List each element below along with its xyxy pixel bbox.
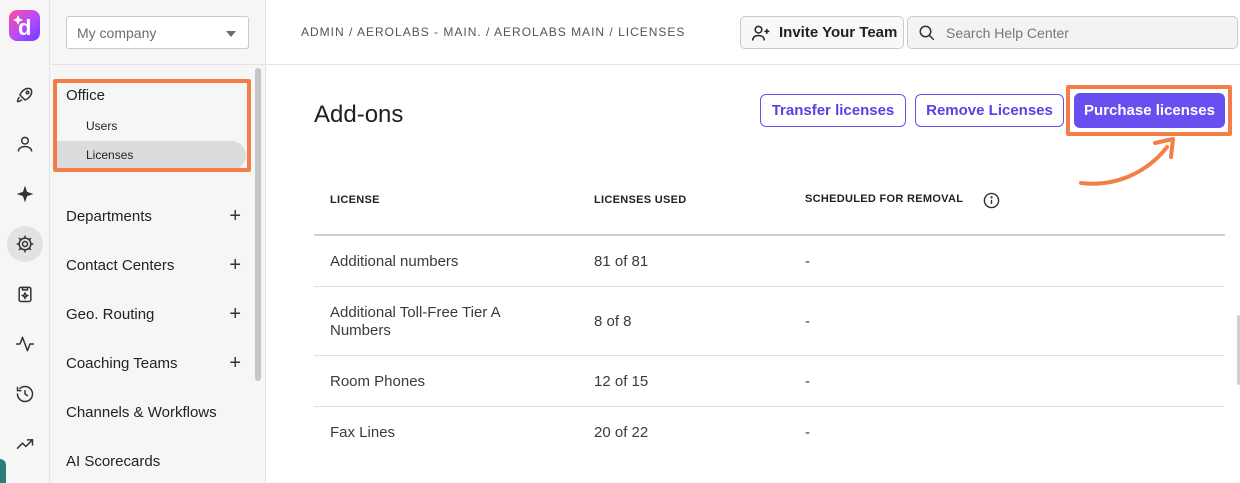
row-divider (314, 286, 1225, 287)
search-placeholder: Search Help Center (946, 24, 1069, 41)
sidebar-item-channels-workflows[interactable]: Channels & Workflows (66, 404, 241, 421)
remove-licenses-button[interactable]: Remove Licenses (915, 94, 1064, 127)
cell-scheduled: - (805, 373, 810, 390)
page-title: Add-ons (314, 101, 404, 128)
row-divider (314, 355, 1225, 356)
sidebar-item-ai-scorecards[interactable]: AI Scorecards (66, 453, 241, 470)
sidebar-scrollbar[interactable] (255, 68, 261, 381)
sidebar-item-label: Coaching Teams (66, 355, 178, 372)
rail-accent (0, 459, 6, 483)
gear-icon[interactable] (7, 226, 43, 262)
company-select[interactable]: My company (66, 16, 249, 49)
sidebar-item-label: AI Scorecards (66, 453, 161, 470)
column-header-license: LICENSE (330, 194, 380, 206)
person-icon[interactable] (7, 126, 43, 162)
sidebar-item-geo-routing[interactable]: Geo. Routing + (66, 304, 241, 324)
breadcrumb: ADMIN / AEROLABS - MAIN. / AEROLABS MAIN… (301, 25, 686, 39)
search-icon (919, 25, 935, 40)
info-icon[interactable] (983, 192, 1000, 209)
transfer-licenses-button[interactable]: Transfer licenses (760, 94, 906, 127)
sidebar-item-coaching-teams[interactable]: Coaching Teams + (66, 353, 241, 373)
cell-license: Additional Toll-Free Tier A Numbers (330, 304, 500, 339)
purchase-highlight-annotation (1066, 85, 1232, 136)
sidebar-item-departments[interactable]: Departments + (66, 206, 241, 226)
office-highlight-annotation (53, 79, 251, 172)
icon-rail: d (0, 0, 50, 483)
cell-used: 81 of 81 (594, 253, 649, 270)
sidebar-item-label: Channels & Workflows (66, 404, 217, 421)
column-header-licenses-used: LICENSES USED (594, 194, 687, 206)
cell-license: Room Phones (330, 373, 426, 390)
trending-icon[interactable] (7, 426, 43, 462)
cell-used: 20 of 22 (594, 424, 649, 441)
history-icon[interactable] (7, 376, 43, 412)
cell-scheduled: - (805, 424, 810, 441)
sidebar-item-label: Departments (66, 208, 152, 225)
cell-license: Fax Lines (330, 424, 396, 441)
admin-sidebar: My company Office Users Licenses Departm… (50, 0, 266, 483)
cell-used: 8 of 8 (594, 313, 632, 330)
rocket-icon[interactable] (7, 77, 43, 113)
invite-team-button[interactable]: Invite Your Team (740, 16, 904, 49)
search-input[interactable]: Search Help Center (907, 16, 1238, 49)
row-divider (314, 406, 1225, 407)
add-user-icon (751, 25, 770, 41)
expand-plus-icon[interactable]: + (229, 255, 241, 275)
cell-scheduled: - (805, 313, 810, 330)
activity-icon[interactable] (7, 326, 43, 362)
top-bar: ADMIN / AEROLABS - MAIN. / AEROLABS MAIN… (266, 0, 1240, 65)
cell-license: Additional numbers (330, 253, 459, 270)
app-logo-icon[interactable]: d (9, 10, 40, 41)
company-select-value: My company (77, 25, 157, 41)
chevron-down-icon (226, 31, 236, 37)
expand-plus-icon[interactable]: + (229, 353, 241, 373)
annotation-arrow-icon (1079, 137, 1175, 186)
cell-used: 12 of 15 (594, 373, 649, 390)
sidebar-item-label: Geo. Routing (66, 306, 155, 323)
table-header-divider (314, 234, 1225, 236)
column-header-scheduled-removal: SCHEDULED FOR REMOVAL (805, 193, 964, 205)
sparkle-icon[interactable] (7, 176, 43, 212)
sidebar-divider (50, 64, 266, 65)
sidebar-item-label: Contact Centers (66, 257, 175, 274)
sidebar-item-contact-centers[interactable]: Contact Centers + (66, 255, 241, 275)
clipboard-icon[interactable] (7, 276, 43, 312)
expand-plus-icon[interactable]: + (229, 206, 241, 226)
expand-plus-icon[interactable]: + (229, 304, 241, 324)
cell-scheduled: - (805, 253, 810, 270)
invite-team-label: Invite Your Team (779, 24, 898, 41)
